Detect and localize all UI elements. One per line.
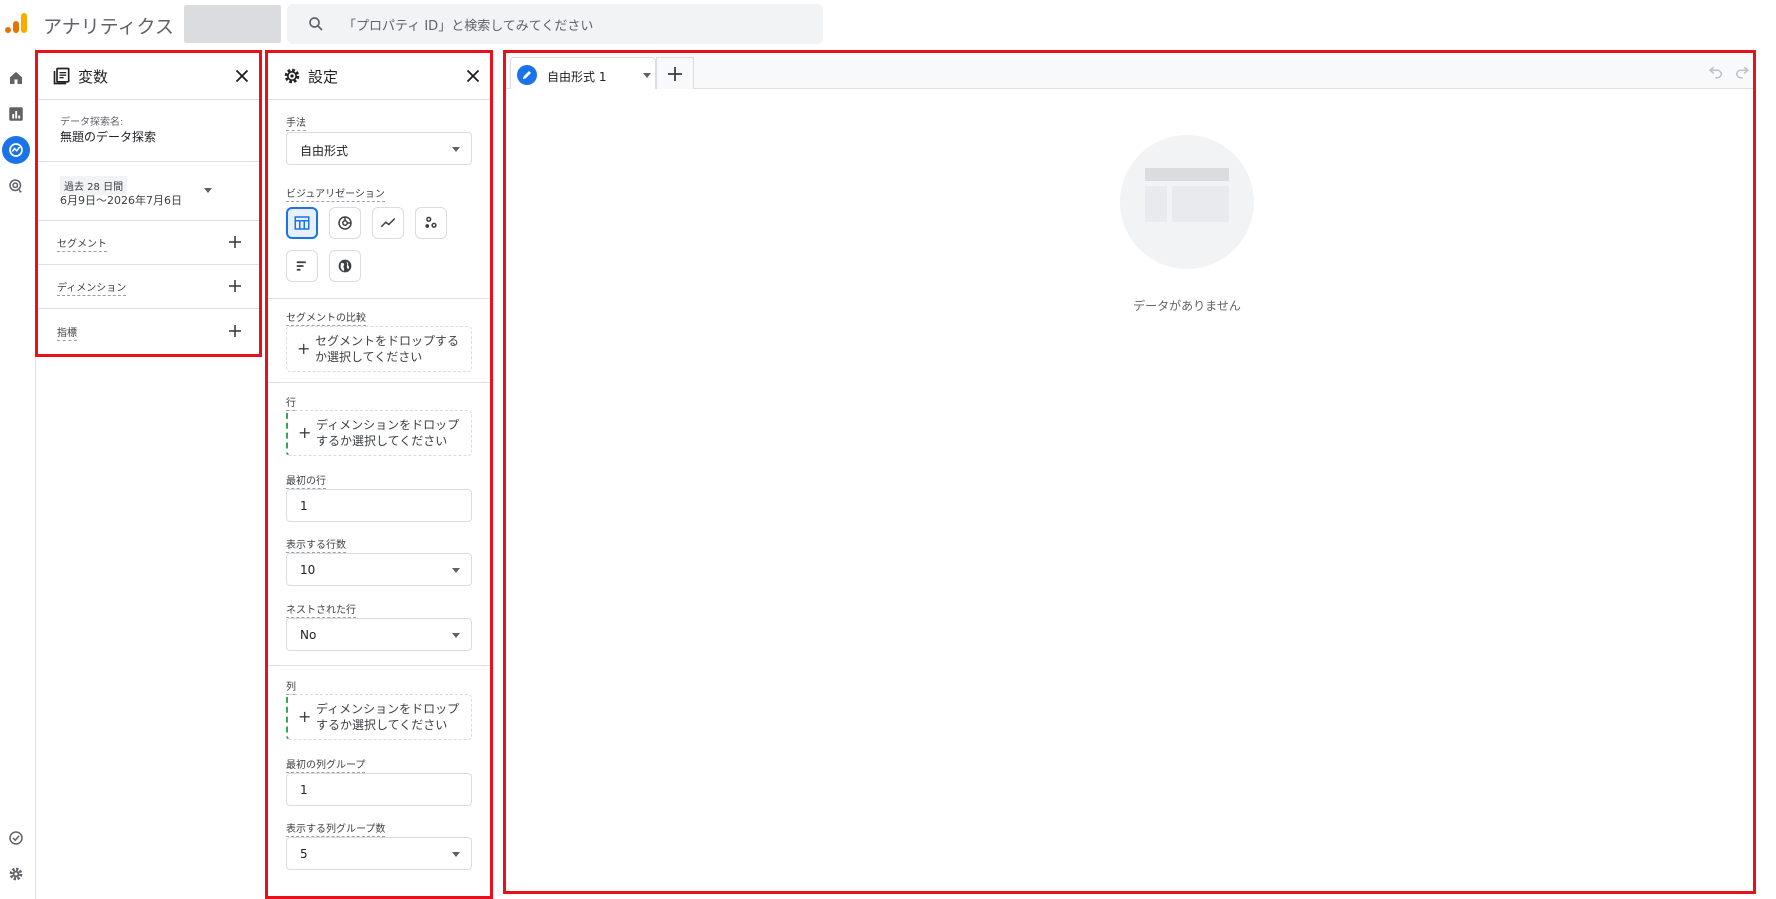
plus-icon: +: [298, 423, 312, 442]
technique-label: 手法: [286, 114, 306, 131]
gear-icon: [284, 68, 300, 84]
show-col-groups-select[interactable]: 5: [286, 837, 472, 870]
left-nav-rail: [0, 48, 36, 899]
settings-body[interactable]: 手法 自由形式 ビジュアリゼーション セグメントの比較 + セグメントをドロップ…: [268, 100, 490, 896]
first-col-group-input[interactable]: 1: [286, 773, 472, 806]
technique-select[interactable]: 自由形式: [286, 132, 472, 165]
empty-state-illustration-icon: [1120, 135, 1254, 269]
columns-label: 列: [286, 678, 296, 695]
chevron-down-icon: [452, 633, 460, 638]
line-chart-icon[interactable]: [372, 207, 404, 239]
segments-section: セグメント: [38, 221, 259, 265]
settings-header: 設定: [268, 53, 490, 100]
search-bar[interactable]: 「プロパティ ID」と検索してみてください: [287, 4, 823, 44]
undo-icon[interactable]: [1707, 62, 1725, 80]
close-icon[interactable]: [462, 65, 484, 87]
app-title: アナリティクス: [43, 16, 174, 38]
geo-map-icon[interactable]: [329, 250, 361, 282]
scatter-plot-icon[interactable]: [415, 207, 447, 239]
advertising-icon[interactable]: [2, 172, 30, 200]
metrics-section: 指標: [38, 309, 259, 354]
plus-icon: +: [297, 339, 311, 358]
search-icon: [309, 17, 323, 31]
first-row-label: 最初の行: [286, 472, 326, 489]
rows-drop-text: ディメンションをドロップするか選択してください: [316, 418, 460, 448]
show-col-groups-value: 5: [300, 847, 308, 861]
metrics-label: 指標: [57, 324, 77, 341]
bar-chart-icon[interactable]: [286, 250, 318, 282]
variables-header: 変数: [38, 53, 259, 100]
show-rows-value: 10: [300, 563, 316, 577]
account-selector[interactable]: [184, 5, 281, 43]
chevron-down-icon: [452, 568, 460, 573]
segment-compare-label: セグメントの比較: [286, 309, 366, 326]
redo-icon[interactable]: [1733, 62, 1751, 80]
tab-freeform-1[interactable]: 自由形式 1: [510, 57, 656, 89]
nested-rows-label: ネストされた行: [286, 601, 356, 618]
section-divider: [268, 298, 490, 299]
variables-panel: 変数 データ探索名: 無題のデータ探索 過去 28 日間 6月9日～2026年7…: [35, 50, 262, 357]
checklist-icon[interactable]: [2, 824, 30, 852]
analytics-logo-icon[interactable]: [4, 12, 28, 36]
technique-value: 自由形式: [300, 144, 349, 158]
first-row-input[interactable]: 1: [286, 489, 472, 522]
explore-icon[interactable]: [2, 136, 30, 164]
tab-bar: 自由形式 1: [506, 53, 1753, 89]
chevron-down-icon: [452, 852, 460, 857]
add-tab-button[interactable]: [656, 57, 694, 89]
settings-title: 設定: [308, 68, 339, 86]
nested-rows-value: No: [300, 628, 317, 642]
close-icon[interactable]: [231, 65, 253, 87]
show-rows-label: 表示する行数: [286, 536, 346, 553]
reports-icon[interactable]: [2, 100, 30, 128]
plus-icon: +: [298, 707, 312, 726]
section-divider: [268, 665, 490, 666]
edit-pencil-icon[interactable]: [517, 65, 537, 85]
settings-panel: 設定 手法 自由形式 ビジュアリゼーション セグメントの比較 + セグメントをド…: [265, 50, 493, 899]
first-row-value: 1: [300, 499, 308, 513]
show-col-groups-label: 表示する列グループ数: [286, 820, 386, 837]
search-placeholder: 「プロパティ ID」と検索してみてください: [343, 19, 594, 34]
home-icon[interactable]: [2, 64, 30, 92]
first-col-group-value: 1: [300, 783, 308, 797]
rows-drop-zone[interactable]: + ディメンションをドロップするか選択してください: [286, 410, 472, 456]
columns-drop-text: ディメンションをドロップするか選択してください: [316, 702, 460, 732]
section-divider: [268, 382, 490, 383]
chevron-down-icon: [452, 147, 460, 152]
add-segment-plus-icon[interactable]: [227, 234, 243, 250]
exploration-name[interactable]: 無題のデータ探索: [60, 128, 156, 145]
segments-label: セグメント: [57, 235, 107, 252]
segment-drop-zone[interactable]: + セグメントをドロップするか選択してください: [286, 326, 472, 372]
top-bar: アナリティクス 「プロパティ ID」と検索してみてください: [0, 0, 1776, 48]
variables-list-icon: [53, 67, 70, 85]
rows-label: 行: [286, 394, 296, 411]
chevron-down-icon: [204, 188, 212, 193]
dimensions-section: ディメンション: [38, 265, 259, 309]
add-dimension-plus-icon[interactable]: [227, 278, 243, 294]
segment-drop-text: セグメントをドロップするか選択してください: [315, 334, 460, 364]
plus-icon: [668, 66, 682, 81]
add-metric-plus-icon[interactable]: [227, 323, 243, 339]
exploration-name-section[interactable]: データ探索名: 無題のデータ探索: [38, 100, 259, 162]
empty-state-message: データがありません: [1133, 299, 1241, 313]
nested-rows-select[interactable]: No: [286, 618, 472, 651]
exploration-canvas: 自由形式 1 データがありません: [503, 50, 1756, 894]
date-range-picker[interactable]: 過去 28 日間 6月9日～2026年7月6日: [38, 162, 259, 221]
table-icon[interactable]: [286, 207, 318, 239]
exploration-name-label: データ探索名:: [60, 117, 124, 128]
columns-drop-zone[interactable]: + ディメンションをドロップするか選択してください: [286, 694, 472, 740]
dimensions-label: ディメンション: [57, 279, 127, 296]
donut-chart-icon[interactable]: [329, 207, 361, 239]
variables-title: 変数: [78, 68, 109, 86]
date-range-value: 6月9日～2026年7月6日: [60, 194, 182, 207]
first-col-group-label: 最初の列グループ: [286, 756, 366, 773]
settings-gear-icon[interactable]: [2, 860, 30, 888]
chevron-down-icon[interactable]: [643, 73, 651, 78]
tab-name: 自由形式 1: [547, 70, 607, 84]
show-rows-select[interactable]: 10: [286, 553, 472, 586]
visualization-label: ビジュアリゼーション: [286, 185, 385, 202]
